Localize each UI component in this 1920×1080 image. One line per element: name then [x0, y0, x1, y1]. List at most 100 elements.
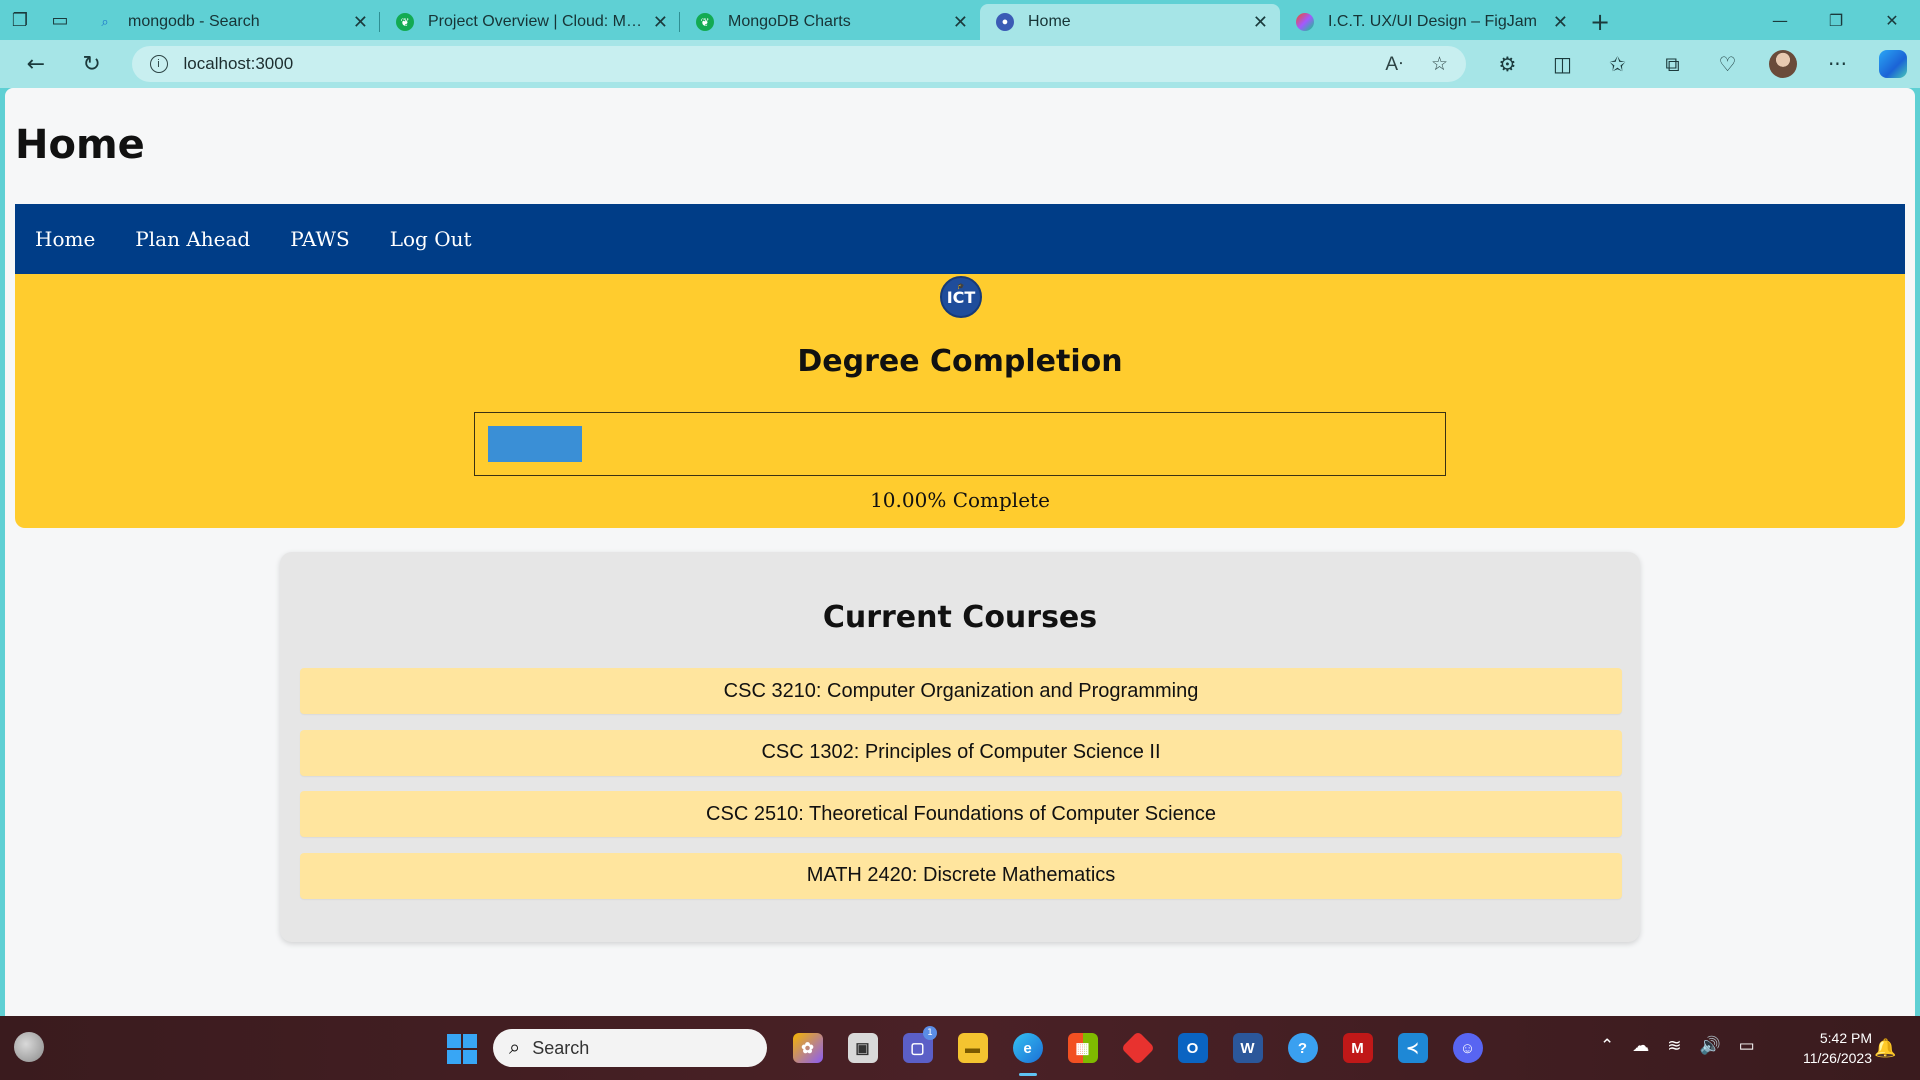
mongodb-leaf-icon: ❦	[696, 13, 714, 31]
tab-title: MongoDB Charts	[728, 13, 851, 30]
close-tab-icon[interactable]: ✕	[1553, 12, 1568, 33]
microsoft-store-icon[interactable]: ▦	[1055, 1028, 1110, 1068]
main-nav: Home Plan Ahead PAWS Log Out	[15, 204, 1905, 274]
web-page: Home Home Plan Ahead PAWS Log Out 🎓 ICT …	[5, 88, 1915, 1016]
weather-icon[interactable]	[14, 1032, 44, 1062]
chevron-up-icon[interactable]: ⌃	[1600, 1036, 1614, 1056]
start-logo-pane	[463, 1034, 477, 1048]
degree-heading: Degree Completion	[797, 344, 1123, 379]
ict-favicon-icon: ●	[996, 13, 1014, 31]
mongodb-leaf-icon: ❦	[396, 13, 414, 31]
logo-text: ICT	[946, 287, 976, 307]
figma-icon	[1296, 13, 1314, 31]
browser-essentials-icon[interactable]: ♡	[1700, 52, 1755, 76]
taskbar-apps: ✿ ▣ ▢ 1 ▬ e ▦ O W ? M ≺ ☺	[780, 1026, 1495, 1076]
clock-time: 5:42 PM	[1819, 1030, 1872, 1046]
start-button[interactable]	[447, 1034, 477, 1064]
more-options-icon[interactable]: ···	[1810, 52, 1865, 76]
info-icon[interactable]: i	[149, 55, 168, 73]
widgets-app-icon[interactable]: ✿	[780, 1028, 835, 1068]
refresh-icon[interactable]: ↻	[64, 44, 120, 84]
toolbar-icons: ⚙ ◫ ✩ ⧉ ♡ ···	[1480, 50, 1920, 78]
battery-icon[interactable]: ▭	[1739, 1036, 1755, 1056]
tab-title: Home	[1028, 13, 1071, 30]
git-app-icon[interactable]	[1110, 1028, 1165, 1068]
windows-taskbar: ⌕ Search ✿ ▣ ▢ 1 ▬ e ▦ O W ? M ≺ ☺ ⌃ ☁ ≋ …	[0, 1016, 1920, 1080]
browser-toolbar: ← ↻ i localhost:3000 Aᐧ ☆ ⚙ ◫ ✩ ⧉ ♡ ···	[0, 40, 1920, 88]
course-item[interactable]: CSC 1302: Principles of Computer Science…	[300, 729, 1622, 776]
ict-logo: 🎓 ICT	[940, 276, 982, 318]
collections-icon[interactable]: ⧉	[1645, 52, 1700, 76]
close-tab-icon[interactable]: ✕	[1253, 12, 1268, 33]
window-controls: — ❐ ✕	[1752, 0, 1920, 40]
course-list: CSC 3210: Computer Organization and Prog…	[300, 668, 1622, 914]
restore-icon[interactable]: ❐	[1808, 0, 1864, 40]
edge-browser-icon[interactable]: e	[1000, 1028, 1055, 1076]
progress-bar	[474, 412, 1446, 476]
close-tab-icon[interactable]: ✕	[953, 12, 968, 33]
course-item[interactable]: CSC 3210: Computer Organization and Prog…	[300, 668, 1622, 714]
profile-avatar[interactable]	[1755, 50, 1810, 78]
close-tab-icon[interactable]: ✕	[353, 12, 368, 33]
address-url[interactable]: localhost:3000	[184, 54, 1358, 74]
tab-mongodb-search[interactable]: ⌕ mongodb - Search ✕	[80, 4, 380, 40]
discord-icon[interactable]: ☺	[1440, 1028, 1495, 1068]
vscode-icon[interactable]: ≺	[1385, 1028, 1440, 1068]
minimize-icon[interactable]: —	[1752, 0, 1808, 40]
nav-link-log-out[interactable]: Log Out	[390, 227, 472, 251]
tab-home[interactable]: ● Home ✕	[980, 4, 1280, 40]
progress-label: 10.00% Complete	[870, 488, 1050, 512]
degree-completion-panel: 🎓 ICT Degree Completion 10.00% Complete	[15, 274, 1905, 528]
file-explorer-icon[interactable]: ▬	[945, 1028, 1000, 1068]
back-arrow-icon[interactable]: ←	[8, 44, 64, 84]
search-icon: ⌕	[101, 14, 109, 29]
close-window-icon[interactable]: ✕	[1864, 0, 1920, 40]
page-title: Home	[15, 122, 145, 168]
notification-bell-icon[interactable]: 🔔	[1874, 1038, 1896, 1059]
nav-link-home[interactable]: Home	[35, 227, 95, 251]
tab-actions-icon[interactable]: ▭	[40, 0, 80, 40]
start-logo-pane	[463, 1050, 477, 1064]
new-tab-button[interactable]: +	[1580, 4, 1620, 40]
start-logo-pane	[447, 1034, 461, 1048]
outlook-icon[interactable]: O	[1165, 1028, 1220, 1068]
split-screen-icon[interactable]: ◫	[1535, 52, 1590, 76]
favorite-star-icon[interactable]: ☆	[1431, 53, 1448, 76]
copilot-icon[interactable]	[1865, 50, 1920, 78]
browser-tab-bar: ❐ ▭ ⌕ mongodb - Search ✕ ❦ Project Overv…	[0, 0, 1920, 40]
onedrive-cloud-icon[interactable]: ☁	[1632, 1036, 1649, 1056]
volume-icon[interactable]: 🔊	[1700, 1036, 1721, 1056]
logo-hat-icon: 🎓	[957, 283, 965, 290]
tab-title: I.C.T. UX/UI Design – FigJam	[1328, 13, 1537, 30]
tab-figjam[interactable]: I.C.T. UX/UI Design – FigJam ✕	[1280, 4, 1580, 40]
favorites-icon[interactable]: ✩	[1590, 52, 1645, 76]
taskbar-search[interactable]: ⌕ Search	[493, 1029, 767, 1067]
taskbar-search-placeholder: Search	[532, 1037, 590, 1058]
nav-link-plan-ahead[interactable]: Plan Ahead	[135, 227, 250, 251]
search-icon: ⌕	[509, 1036, 521, 1059]
workspaces-icon[interactable]: ❐	[0, 0, 40, 40]
wifi-icon[interactable]: ≋	[1667, 1036, 1681, 1056]
task-view-icon[interactable]: ▣	[835, 1028, 890, 1068]
address-bar[interactable]: i localhost:3000 Aᐧ ☆	[131, 46, 1466, 82]
help-app-icon[interactable]: ?	[1275, 1028, 1330, 1068]
read-aloud-icon[interactable]: Aᐧ	[1385, 53, 1403, 76]
system-clock[interactable]: 5:42 PM 11/26/2023	[1782, 1028, 1872, 1068]
current-courses-card: Current Courses CSC 3210: Computer Organ…	[280, 552, 1640, 942]
clock-date: 11/26/2023	[1802, 1050, 1872, 1066]
close-tab-icon[interactable]: ✕	[653, 12, 668, 33]
tab-project-overview[interactable]: ❦ Project Overview | Cloud: MongoDB ✕	[380, 4, 680, 40]
course-item[interactable]: MATH 2420: Discrete Mathematics	[300, 852, 1622, 899]
nav-link-paws[interactable]: PAWS	[290, 227, 350, 251]
teams-chat-icon[interactable]: ▢ 1	[890, 1026, 945, 1068]
word-icon[interactable]: W	[1220, 1028, 1275, 1068]
start-logo-pane	[447, 1050, 461, 1064]
mcafee-icon[interactable]: M	[1330, 1028, 1385, 1068]
tab-mongodb-charts[interactable]: ❦ MongoDB Charts ✕	[680, 4, 980, 40]
system-tray: ⌃ ☁ ≋ 🔊 ▭	[1600, 1036, 1773, 1056]
tab-title: Project Overview | Cloud: MongoDB	[428, 13, 645, 30]
courses-heading: Current Courses	[822, 600, 1098, 635]
extensions-icon[interactable]: ⚙	[1480, 52, 1535, 76]
course-item[interactable]: CSC 2510: Theoretical Foundations of Com…	[300, 791, 1622, 837]
teams-badge: 1	[923, 1026, 937, 1040]
